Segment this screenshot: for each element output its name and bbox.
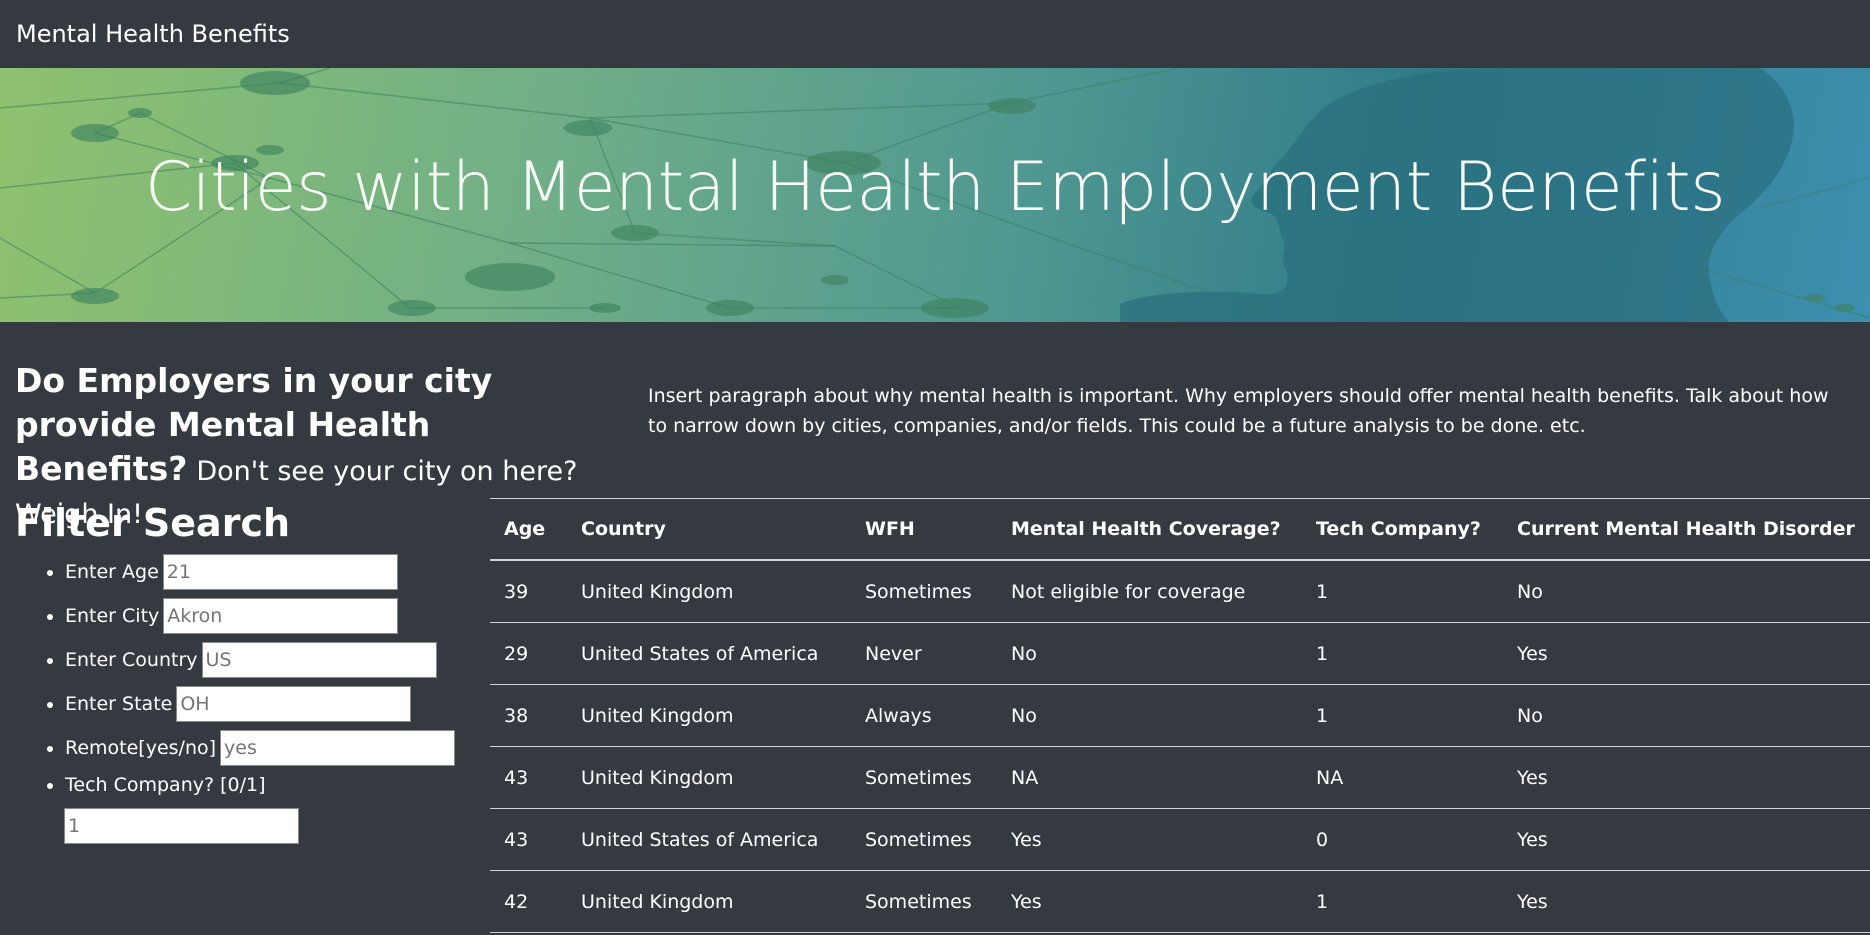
navbar: Mental Health Benefits (0, 0, 1870, 68)
cell-wfh: Sometimes (851, 808, 997, 871)
filter-age-row: Enter Age (65, 554, 398, 590)
column-header-country: Country (567, 498, 851, 561)
navbar-brand-link[interactable]: Mental Health Benefits (16, 20, 290, 48)
filter-title: Filter Search (15, 501, 291, 545)
table-row: 39 United Kingdom Sometimes Not eligible… (490, 559, 1870, 623)
cell-country: United Kingdom (567, 684, 851, 747)
cell-wfh: Sometimes (851, 746, 997, 809)
remote-label: Remote[yes/no] (65, 737, 217, 759)
cell-disorder: Yes (1503, 622, 1870, 685)
table-row: 29 United States of America Never No 1 Y… (490, 622, 1870, 685)
cell-country: United Kingdom (567, 746, 851, 809)
state-label: Enter State (65, 693, 173, 715)
cell-coverage: Not eligible for coverage (997, 559, 1302, 623)
column-header-wfh: WFH (851, 498, 997, 561)
column-header-age: Age (490, 498, 567, 561)
cell-tech-company: 1 (1302, 559, 1503, 623)
filter-item-remote: Remote[yes/no] (65, 730, 485, 766)
cell-tech-company: 1 (1302, 622, 1503, 685)
city-label: Enter City (65, 605, 160, 627)
cell-disorder: Yes (1503, 808, 1870, 871)
tech-label: Tech Company? [0/1] (65, 774, 266, 796)
cell-coverage: No (997, 622, 1302, 685)
cell-disorder: No (1503, 559, 1870, 623)
cell-coverage: NA (997, 746, 1302, 809)
cell-wfh: Sometimes (851, 870, 997, 933)
column-header-tech-company: Tech Company? (1302, 498, 1503, 561)
cell-disorder: Yes (1503, 870, 1870, 933)
cell-wfh: Sometimes (851, 559, 997, 623)
hero-title: Cities with Mental Health Employment Ben… (144, 148, 1726, 227)
cell-coverage: Yes (997, 808, 1302, 871)
column-header-coverage: Mental Health Coverage? (997, 498, 1302, 561)
cell-tech-company: 1 (1302, 870, 1503, 933)
cell-age: 39 (490, 559, 567, 623)
cell-tech-company: 1 (1302, 684, 1503, 747)
state-input[interactable] (176, 686, 412, 722)
cell-wfh: Always (851, 684, 997, 747)
cell-age: 38 (490, 684, 567, 747)
filter-item-city: Enter City (65, 598, 485, 634)
filter-country-row: Enter Country (65, 642, 437, 678)
filter-panel: Filter Search Enter Age Enter City Enter… (15, 502, 485, 852)
cell-disorder: No (1503, 684, 1870, 747)
country-input[interactable] (201, 642, 437, 678)
cell-coverage: No (997, 684, 1302, 747)
cell-wfh: Never (851, 622, 997, 685)
age-label: Enter Age (65, 561, 159, 583)
filter-state-row: Enter State (65, 686, 412, 722)
cell-country: United Kingdom (567, 559, 851, 623)
intro-paragraph: Insert paragraph about why mental health… (648, 385, 1829, 437)
table-row: 43 United States of America Sometimes Ye… (490, 808, 1870, 871)
table-header-row: Age Country WFH Mental Health Coverage? … (490, 498, 1870, 561)
hero-banner: Cities with Mental Health Employment Ben… (0, 68, 1870, 322)
remote-input[interactable] (220, 730, 456, 766)
filter-item-tech: Tech Company? [0/1] (64, 774, 485, 844)
filter-item-age: Enter Age (65, 554, 485, 590)
tech-company-input[interactable] (64, 808, 299, 844)
filter-item-state: Enter State (65, 686, 485, 722)
country-label: Enter Country (65, 649, 198, 671)
cell-age: 43 (490, 808, 567, 871)
filter-list: Enter Age Enter City Enter Country Enter (15, 554, 485, 844)
cell-tech-company: 0 (1302, 808, 1503, 871)
cell-disorder: Yes (1503, 746, 1870, 809)
table-row: 43 United Kingdom Sometimes NA NA Yes (490, 746, 1870, 809)
filter-remote-row: Remote[yes/no] (65, 730, 456, 766)
age-input[interactable] (162, 554, 398, 590)
results-table-wrapper: Age Country WFH Mental Health Coverage? … (490, 498, 1870, 933)
cell-country: United States of America (567, 622, 851, 685)
table-row: 42 United Kingdom Sometimes Yes 1 Yes (490, 870, 1870, 933)
column-header-disorder: Current Mental Health Disorder (1503, 498, 1870, 561)
filter-city-row: Enter City (65, 598, 399, 634)
cell-age: 43 (490, 746, 567, 809)
results-table: Age Country WFH Mental Health Coverage? … (490, 498, 1870, 933)
filter-item-country: Enter Country (65, 642, 485, 678)
main-content: Do Employers in your city provide Mental… (0, 322, 1870, 935)
cell-age: 42 (490, 870, 567, 933)
city-input[interactable] (163, 598, 399, 634)
cell-age: 29 (490, 622, 567, 685)
table-row: 38 United Kingdom Always No 1 No (490, 684, 1870, 747)
cell-country: United States of America (567, 808, 851, 871)
cell-tech-company: NA (1302, 746, 1503, 809)
cell-coverage: Yes (997, 870, 1302, 933)
cell-country: United Kingdom (567, 870, 851, 933)
